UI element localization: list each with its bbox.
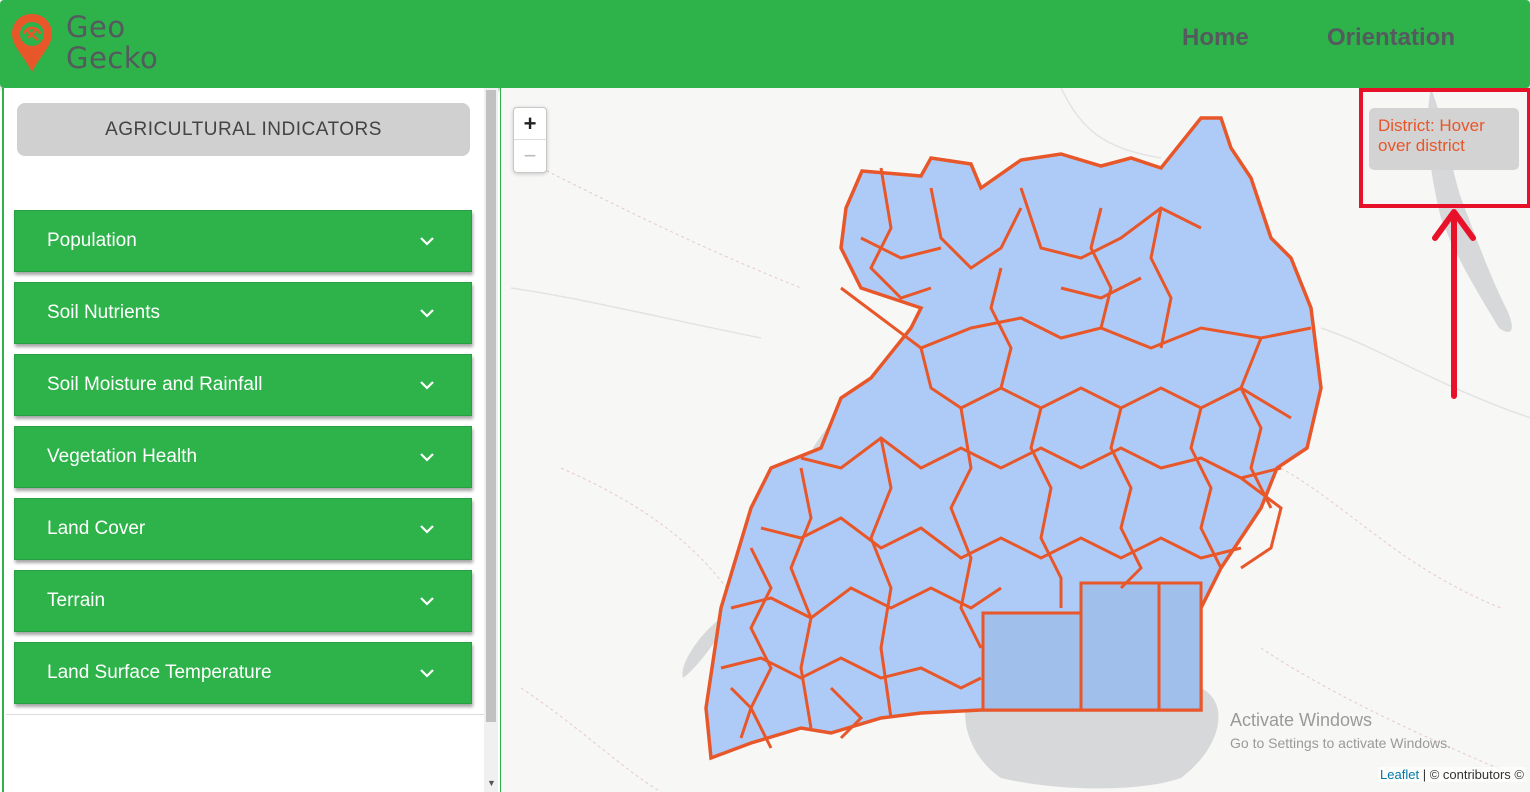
divider [6,714,484,715]
zoom-control: + − [513,107,547,173]
top-navbar: Geo Gecko Home Orientation [0,0,1530,88]
accordion-soil-nutrients[interactable]: Soil Nutrients [14,282,472,344]
map-attribution: Leaflet | © contributors © [1378,767,1526,782]
map-pin-logo-icon [12,14,52,72]
accordion-land-cover[interactable]: Land Cover [14,498,472,560]
brand-line-1: Geo [66,10,126,44]
nav-orientation-link[interactable]: Orientation [1327,24,1455,52]
chevron-down-icon [420,525,434,534]
chevron-down-icon [420,237,434,246]
accordion-label: Population [47,230,137,251]
zoom-in-button[interactable]: + [514,108,546,140]
accordion-label: Terrain [47,590,106,611]
accordion-population[interactable]: Population [14,210,472,272]
watermark-subtitle: Go to Settings to activate Windows. [1230,735,1451,751]
accordion-soil-moisture-rainfall[interactable]: Soil Moisture and Rainfall [14,354,472,416]
annotation-highlight-box [1359,88,1530,208]
chevron-down-icon [420,597,434,606]
chevron-down-icon [420,669,434,678]
accordion-label: Vegetation Health [47,446,198,467]
nav-home-link[interactable]: Home [1182,24,1249,52]
watermark-title: Activate Windows [1230,710,1373,730]
lake-district-2[interactable] [1079,581,1161,712]
lake-district-1[interactable] [981,611,1083,712]
chevron-down-icon [420,381,434,390]
brand-name[interactable]: Geo Gecko [66,12,158,74]
leaflet-link[interactable]: Leaflet [1380,767,1419,782]
windows-activation-watermark: Activate Windows Go to Settings to activ… [1230,710,1451,751]
zoom-out-button[interactable]: − [514,140,546,172]
scrollbar-thumb[interactable] [486,90,496,722]
accordion-label: Land Surface Temperature [47,662,272,683]
lake-district-3[interactable] [1157,581,1203,712]
accordion-label: Soil Moisture and Rainfall [47,374,263,395]
sidebar-scrollbar[interactable] [484,88,498,792]
sidebar: AGRICULTURAL INDICATORS Population Soil … [2,88,498,792]
accordion-label: Soil Nutrients [47,302,160,323]
accordion-label: Land Cover [47,518,146,539]
chevron-down-icon [420,309,434,318]
chevron-down-icon [420,453,434,462]
brand-line-2: Gecko [66,41,159,75]
annotation-arrow-icon [1432,209,1476,399]
accordion-land-surface-temperature[interactable]: Land Surface Temperature [14,642,472,704]
scroll-down-arrow-icon[interactable]: ▼ [487,778,496,788]
accordion-terrain[interactable]: Terrain [14,570,472,632]
map-view[interactable]: + − District: Hover over district Activa… [500,88,1530,792]
attribution-text: | © contributors © [1419,767,1524,782]
accordion-vegetation-health[interactable]: Vegetation Health [14,426,472,488]
agricultural-indicators-button[interactable]: AGRICULTURAL INDICATORS [17,103,470,156]
